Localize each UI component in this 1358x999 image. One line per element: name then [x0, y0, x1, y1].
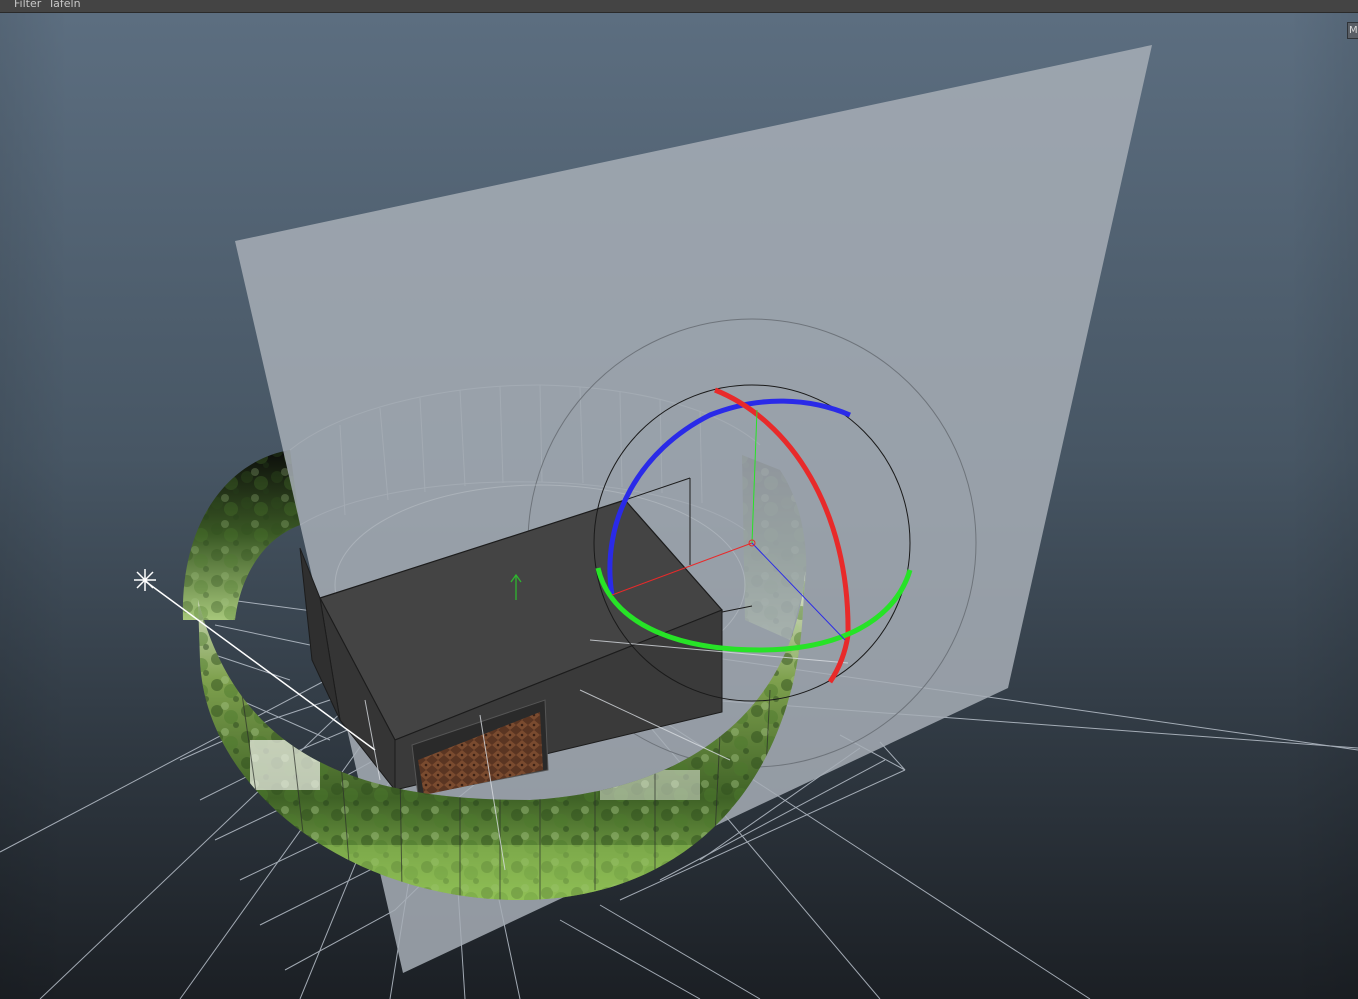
menu-filter[interactable]: Filter: [0, 0, 48, 9]
viewport-canvas: [0, 13, 1358, 999]
panel-menu-button[interactable]: M: [1347, 22, 1358, 39]
menu-bar: Filter Tafeln: [0, 0, 1358, 13]
menu-tafeln[interactable]: Tafeln: [48, 0, 87, 9]
3d-viewport[interactable]: [0, 13, 1358, 999]
